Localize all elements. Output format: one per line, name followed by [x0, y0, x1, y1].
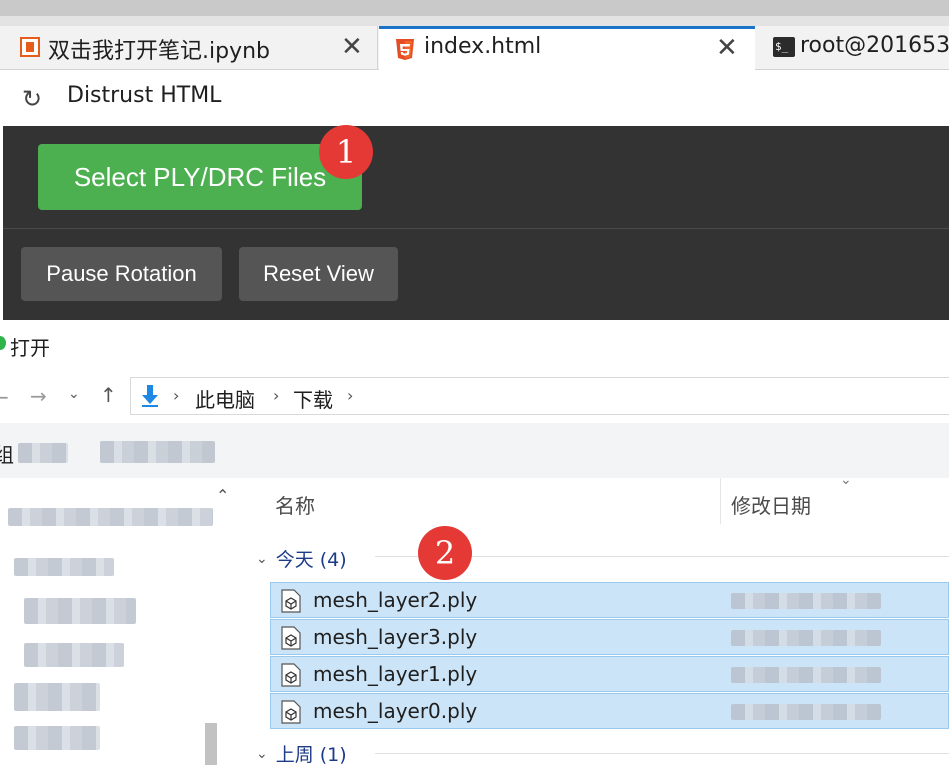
nav-tree-item[interactable] — [14, 558, 114, 576]
blurred-toolbar-item — [100, 441, 215, 463]
nav-tree-item[interactable] — [24, 643, 124, 667]
chevron-down-icon: ⌄ — [256, 550, 268, 567]
pause-rotation-button[interactable]: Pause Rotation — [21, 247, 222, 301]
scroll-up-icon[interactable]: ⌃ — [216, 486, 229, 505]
chevron-down-icon[interactable]: ⌄ — [68, 386, 80, 402]
close-icon[interactable]: ✕ — [341, 32, 363, 62]
scrollbar[interactable] — [205, 723, 217, 765]
tab-label: 双击我打开笔记.ipynb — [48, 39, 270, 64]
group-divider — [375, 753, 949, 754]
app-icon — [0, 336, 6, 350]
terminal-icon: $_ — [773, 37, 795, 57]
page-header: ↻ Distrust HTML — [0, 71, 949, 126]
nav-tree-item[interactable] — [14, 726, 100, 750]
nav-tree-item[interactable] — [24, 598, 136, 624]
chevron-down-icon: ⌄ — [840, 472, 852, 488]
window-top-strip — [0, 0, 949, 26]
file-name: mesh_layer1.ply — [313, 662, 478, 686]
3d-file-icon — [281, 589, 301, 613]
select-files-button[interactable]: Select PLY/DRC Files — [38, 144, 362, 210]
tab-bar: 双击我打开笔记.ipynb ✕ index.html ✕ $_ root@201… — [0, 26, 949, 71]
close-icon[interactable]: ✕ — [716, 33, 738, 63]
page-title: Distrust HTML — [67, 83, 222, 108]
column-header-name[interactable]: 名称 — [275, 490, 315, 519]
file-row[interactable]: mesh_layer0.ply — [270, 693, 949, 729]
dialog-toolbar: 组 — [0, 423, 949, 478]
breadcrumb[interactable]: › 此电脑 › 下载 › — [130, 377, 949, 415]
column-separator — [720, 478, 721, 524]
file-name: mesh_layer3.ply — [313, 625, 478, 649]
open-file-dialog: 打开 ← → ⌄ ↑ › 此电脑 › 下载 › 组 ⌃ ⌄ 名称 修改日期 ⌄ … — [0, 320, 949, 765]
chevron-down-icon: ⌄ — [256, 745, 268, 762]
tab-index-html[interactable]: index.html ✕ — [379, 26, 755, 71]
breadcrumb-downloads[interactable]: 下载 — [293, 384, 333, 413]
chevron-right-icon: › — [173, 386, 180, 405]
tab-notebook[interactable]: 双击我打开笔记.ipynb ✕ — [0, 26, 378, 70]
reset-view-button[interactable]: Reset View — [239, 247, 398, 301]
notebook-icon — [20, 37, 40, 57]
file-list: ⌄ 名称 修改日期 ⌄ 今天 (4) mesh_layer2.ply mesh_… — [240, 472, 949, 765]
navigation-pane: ⌃ — [0, 478, 240, 765]
file-row[interactable]: mesh_layer3.ply — [270, 619, 949, 655]
reload-icon[interactable]: ↻ — [22, 85, 42, 113]
forward-arrow-icon[interactable]: → — [30, 384, 47, 408]
screen: 双击我打开笔记.ipynb ✕ index.html ✕ $_ root@201… — [0, 0, 949, 765]
file-name: mesh_layer0.ply — [313, 699, 478, 723]
column-header-date[interactable]: 修改日期 — [731, 490, 811, 519]
file-row[interactable]: mesh_layer1.ply — [270, 656, 949, 692]
file-date — [731, 704, 881, 720]
chevron-right-icon: › — [347, 386, 354, 405]
tab-terminal[interactable]: $_ root@201653 — [756, 26, 949, 70]
nav-tree-item[interactable] — [8, 508, 213, 526]
group-label: 上周 (1) — [275, 744, 347, 765]
nav-tree-item[interactable] — [14, 683, 100, 711]
back-arrow-icon[interactable]: ← — [0, 385, 9, 409]
up-arrow-icon[interactable]: ↑ — [100, 383, 117, 407]
file-date — [731, 667, 881, 683]
group-header-last-week[interactable]: ⌄ 上周 (1) — [256, 740, 347, 765]
step-badge-1: 1 — [319, 125, 373, 179]
step-badge-2: 2 — [418, 526, 472, 580]
html5-icon — [396, 39, 414, 60]
file-row[interactable]: mesh_layer2.ply — [270, 582, 949, 618]
dialog-title: 打开 — [10, 336, 50, 360]
file-date — [731, 593, 881, 609]
divider — [3, 228, 949, 229]
app-panel: Select PLY/DRC Files Pause Rotation Rese… — [3, 126, 949, 320]
breadcrumb-this-pc[interactable]: 此电脑 — [195, 384, 255, 413]
organize-menu[interactable]: 组 — [0, 439, 14, 468]
3d-file-icon — [281, 663, 301, 687]
3d-file-icon — [281, 700, 301, 724]
download-folder-icon — [142, 385, 158, 407]
group-label: 今天 (4) — [275, 549, 347, 571]
file-name: mesh_layer2.ply — [313, 588, 478, 612]
3d-file-icon — [281, 626, 301, 650]
tab-label: root@201653 — [800, 33, 949, 58]
group-header-today[interactable]: ⌄ 今天 (4) — [256, 545, 347, 572]
chevron-right-icon: › — [273, 386, 280, 405]
blurred-toolbar-item — [18, 443, 68, 463]
tab-label: index.html — [424, 34, 542, 59]
file-date — [731, 630, 881, 646]
